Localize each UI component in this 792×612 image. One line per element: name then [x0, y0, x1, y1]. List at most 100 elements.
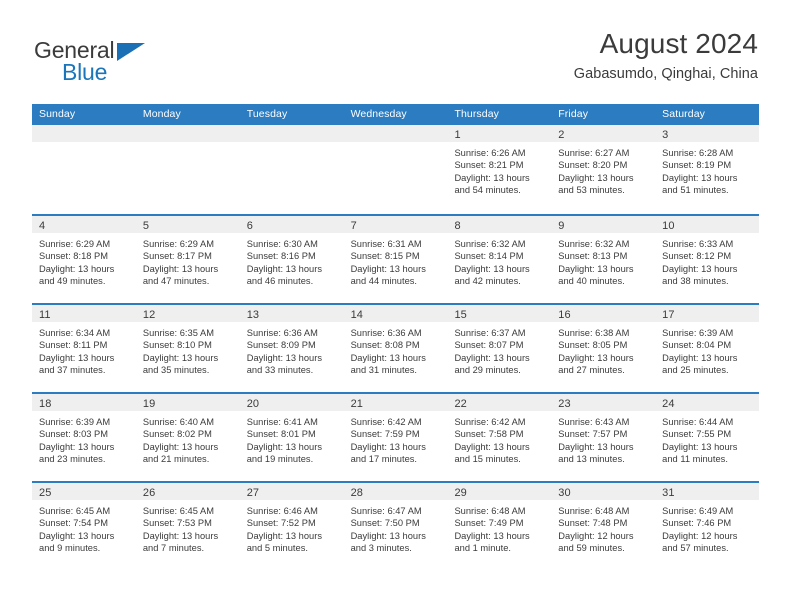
sunrise-text: Sunrise: 6:32 AM	[558, 239, 630, 249]
day-number: 18	[39, 398, 52, 410]
calendar-day-cell[interactable]: 23 Sunrise: 6:43 AM Sunset: 7:57 PM Dayligh…	[551, 394, 656, 481]
calendar-week-row: 25 Sunrise: 6:45 AM Sunset: 7:54 PM Dayligh…	[32, 481, 760, 570]
calendar-day-cell[interactable]: 4 Sunrise: 6:29 AM Sunset: 8:18 PM Daylight…	[32, 216, 136, 303]
weekday-header-monday: Monday	[142, 108, 181, 120]
general-blue-logo[interactable]: General Blue	[34, 32, 254, 88]
sunrise-text: Sunrise: 6:41 AM	[246, 417, 318, 427]
day-number: 22	[454, 398, 467, 410]
day-number: 7	[350, 220, 357, 232]
day-number-band: 6	[239, 216, 344, 233]
weekday-header-tuesday: Tuesday	[246, 108, 288, 120]
calendar-day-cell[interactable]: 17 Sunrise: 6:39 AM Sunset: 8:04 PM Dayligh…	[655, 305, 760, 392]
sunrise-text: Sunrise: 6:37 AM	[454, 328, 526, 338]
sunset-text: Sunset: 7:54 PM	[39, 518, 109, 529]
day-number-band: 28	[343, 483, 448, 500]
day-sun-info: Sunrise: 6:27 AM Sunset: 8:20 PM Daylight:…	[551, 142, 655, 196]
calendar-day-cell[interactable]: 5 Sunrise: 6:29 AM Sunset: 8:17 PM Daylight…	[135, 216, 240, 303]
calendar-day-cell[interactable]: 24 Sunrise: 6:44 AM Sunset: 7:55 PM Dayligh…	[655, 394, 760, 481]
calendar-day-cell[interactable]: 27 Sunrise: 6:46 AM Sunset: 7:52 PM Dayligh…	[239, 483, 344, 570]
sunrise-text: Sunrise: 6:39 AM	[662, 328, 734, 338]
calendar-day-cell[interactable]: 13 Sunrise: 6:36 AM Sunset: 8:09 PM Dayligh…	[239, 305, 344, 392]
calendar-day-cell[interactable]: 21 Sunrise: 6:42 AM Sunset: 7:59 PM Dayligh…	[343, 394, 448, 481]
day-number-band	[239, 125, 344, 142]
daylight-text: Daylight: 13 hours and 38 minutes.	[662, 263, 738, 287]
calendar-week-row: 18 Sunrise: 6:39 AM Sunset: 8:03 PM Dayligh…	[32, 392, 760, 481]
page-subtitle-location: Gabasumdo, Qinghai, China	[573, 66, 758, 83]
sunset-text: Sunset: 8:15 PM	[350, 251, 420, 262]
day-number-band: 18	[32, 394, 136, 411]
sunset-text: Sunset: 8:17 PM	[142, 251, 212, 262]
day-number-band: 23	[551, 394, 656, 411]
daylight-text: Daylight: 13 hours and 9 minutes.	[39, 530, 115, 554]
day-sun-info: Sunrise: 6:49 AM Sunset: 7:46 PM Daylight:…	[655, 500, 759, 554]
daylight-text: Daylight: 13 hours and 54 minutes.	[454, 172, 530, 196]
day-sun-info: Sunrise: 6:37 AM Sunset: 8:07 PM Daylight:…	[447, 322, 551, 376]
calendar-day-cell[interactable]: 25 Sunrise: 6:45 AM Sunset: 7:54 PM Dayligh…	[32, 483, 136, 570]
sunset-text: Sunset: 8:19 PM	[662, 160, 732, 171]
day-number: 31	[662, 487, 675, 499]
day-sun-info: Sunrise: 6:36 AM Sunset: 8:08 PM Daylight:…	[344, 322, 448, 376]
calendar-day-cell[interactable]: 31 Sunrise: 6:49 AM Sunset: 7:46 PM Dayligh…	[655, 483, 760, 570]
daylight-text: Daylight: 13 hours and 46 minutes.	[246, 263, 323, 287]
day-sun-info: Sunrise: 6:33 AM Sunset: 8:12 PM Daylight:…	[655, 233, 759, 287]
sunset-text: Sunset: 8:11 PM	[39, 340, 108, 351]
calendar-day-cell[interactable]: 19 Sunrise: 6:40 AM Sunset: 8:02 PM Dayligh…	[135, 394, 240, 481]
sunrise-text: Sunrise: 6:30 AM	[246, 239, 318, 249]
sunrise-text: Sunrise: 6:27 AM	[558, 148, 630, 158]
sunrise-text: Sunrise: 6:42 AM	[350, 417, 422, 427]
day-number: 12	[142, 309, 156, 321]
sunset-text: Sunset: 8:08 PM	[350, 340, 420, 351]
calendar-week-row: 4 Sunrise: 6:29 AM Sunset: 8:18 PM Daylight…	[32, 214, 760, 303]
calendar-day-cell[interactable]: 14 Sunrise: 6:36 AM Sunset: 8:08 PM Dayligh…	[343, 305, 448, 392]
sunrise-text: Sunrise: 6:48 AM	[558, 506, 630, 516]
sunrise-text: Sunrise: 6:34 AM	[39, 328, 111, 338]
day-number-band: 16	[551, 305, 656, 322]
calendar-day-cell[interactable]: 1 Sunrise: 6:26 AM Sunset: 8:21 PM Daylight…	[447, 125, 552, 214]
calendar-day-cell[interactable]: 11 Sunrise: 6:34 AM Sunset: 8:11 PM Dayligh…	[32, 305, 136, 392]
day-sun-info: Sunrise: 6:32 AM Sunset: 8:13 PM Daylight:…	[551, 233, 655, 287]
daylight-text: Daylight: 13 hours and 42 minutes.	[454, 263, 530, 287]
calendar-day-cell[interactable]: 6 Sunrise: 6:30 AM Sunset: 8:16 PM Daylight…	[239, 216, 344, 303]
day-sun-info: Sunrise: 6:47 AM Sunset: 7:50 PM Daylight:…	[344, 500, 448, 554]
daylight-text: Daylight: 13 hours and 31 minutes.	[350, 352, 426, 376]
calendar-day-cell[interactable]: 26 Sunrise: 6:45 AM Sunset: 7:53 PM Dayligh…	[135, 483, 240, 570]
sunrise-text: Sunrise: 6:35 AM	[142, 328, 214, 338]
sunrise-text: Sunrise: 6:28 AM	[662, 148, 734, 158]
day-number: 3	[662, 129, 669, 141]
calendar-day-cell[interactable]: 28 Sunrise: 6:47 AM Sunset: 7:50 PM Dayligh…	[343, 483, 448, 570]
sunset-text: Sunset: 8:12 PM	[662, 251, 732, 262]
calendar-day-cell[interactable]: 10 Sunrise: 6:33 AM Sunset: 8:12 PM Dayligh…	[655, 216, 760, 303]
daylight-text: Daylight: 13 hours and 40 minutes.	[558, 263, 634, 287]
day-number-band: 10	[655, 216, 760, 233]
calendar-day-cell[interactable]: 8 Sunrise: 6:32 AM Sunset: 8:14 PM Daylight…	[447, 216, 552, 303]
calendar-day-cell[interactable]: 30 Sunrise: 6:48 AM Sunset: 7:48 PM Dayligh…	[551, 483, 656, 570]
daylight-text: Daylight: 13 hours and 53 minutes.	[558, 172, 634, 196]
weekday-header-wednesday: Wednesday	[350, 108, 407, 120]
calendar-day-cell[interactable]: 15 Sunrise: 6:37 AM Sunset: 8:07 PM Dayligh…	[447, 305, 552, 392]
calendar-day-cell[interactable]: 18 Sunrise: 6:39 AM Sunset: 8:03 PM Dayligh…	[32, 394, 136, 481]
sunset-text: Sunset: 8:09 PM	[246, 340, 316, 351]
sunrise-text: Sunrise: 6:36 AM	[246, 328, 318, 338]
calendar-day-cell[interactable]: 16 Sunrise: 6:38 AM Sunset: 8:05 PM Dayligh…	[551, 305, 656, 392]
calendar-day-cell[interactable]: 22 Sunrise: 6:42 AM Sunset: 7:58 PM Dayligh…	[447, 394, 552, 481]
day-number: 6	[246, 220, 253, 232]
weekday-header-friday: Friday	[558, 108, 589, 120]
calendar-day-cell[interactable]: 12 Sunrise: 6:35 AM Sunset: 8:10 PM Dayligh…	[135, 305, 240, 392]
day-sun-info: Sunrise: 6:43 AM Sunset: 7:57 PM Daylight:…	[551, 411, 655, 465]
day-sun-info: Sunrise: 6:48 AM Sunset: 7:48 PM Daylight:…	[551, 500, 655, 554]
calendar-day-cell[interactable]: 29 Sunrise: 6:48 AM Sunset: 7:49 PM Dayligh…	[447, 483, 552, 570]
calendar-day-cell[interactable]: 20 Sunrise: 6:41 AM Sunset: 8:01 PM Dayligh…	[239, 394, 344, 481]
calendar-day-cell[interactable]: 9 Sunrise: 6:32 AM Sunset: 8:13 PM Daylight…	[551, 216, 656, 303]
calendar-grid: Sunday Monday Tuesday Wednesday Thursday Frid…	[32, 104, 760, 570]
sunrise-text: Sunrise: 6:33 AM	[662, 239, 734, 249]
day-number-band: 21	[343, 394, 448, 411]
calendar-day-cell[interactable]: 7 Sunrise: 6:31 AM Sunset: 8:15 PM Daylight…	[343, 216, 448, 303]
sunset-text: Sunset: 7:52 PM	[246, 518, 316, 529]
daylight-text: Daylight: 12 hours and 57 minutes.	[662, 530, 738, 554]
day-number-band	[343, 125, 448, 142]
calendar-day-cell[interactable]: 3 Sunrise: 6:28 AM Sunset: 8:19 PM Daylight…	[655, 125, 760, 214]
day-number: 4	[39, 220, 46, 232]
calendar-day-cell[interactable]: 2 Sunrise: 6:27 AM Sunset: 8:20 PM Daylight…	[551, 125, 656, 214]
day-number: 15	[454, 309, 467, 321]
day-number-band: 9	[551, 216, 656, 233]
